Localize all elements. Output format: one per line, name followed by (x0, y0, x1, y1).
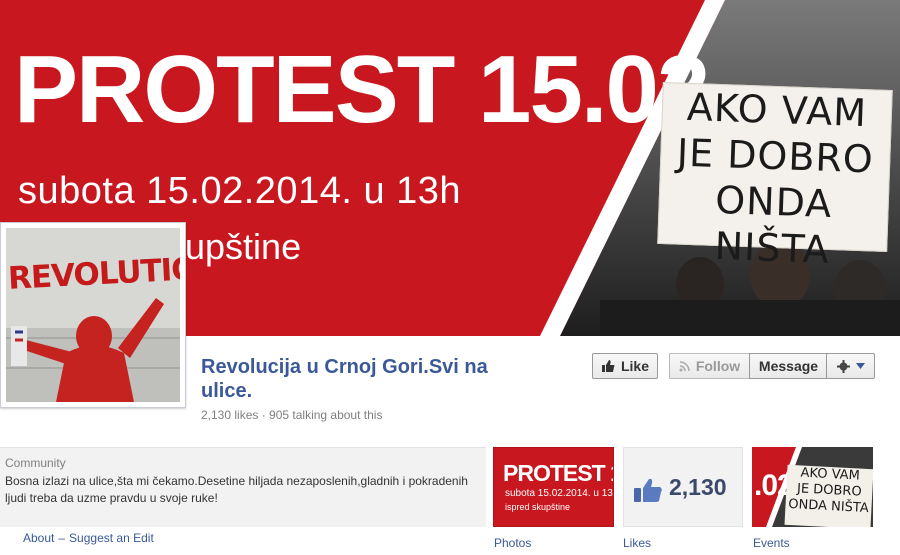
sign-line: JE DOBRO (676, 130, 875, 182)
about-links: About – Suggest an Edit (23, 531, 154, 545)
events-tile[interactable]: .02 AKO VAM JE DOBRO ONDA NIŠTA (752, 447, 873, 527)
events-tile-sign: AKO VAM JE DOBRO ONDA NIŠTA (784, 464, 873, 527)
photos-tab-link[interactable]: Photos (494, 536, 531, 550)
cover-date: subota 15.02.2014. u 13h (18, 170, 462, 212)
sign-line: AKO VAM (686, 84, 868, 136)
photos-tile[interactable]: PROTEST 1 subota 15.02.2014. u 13 ispred… (493, 447, 614, 527)
likes-count: 2,130 (669, 474, 727, 500)
settings-dropdown-button[interactable] (826, 353, 875, 379)
page-title[interactable]: Revolucija u Crnoj Gori.Svi na ulice. (201, 355, 541, 403)
protest-sign: AKO VAM JE DOBRO ONDA NIŠTA (657, 82, 893, 272)
page-category: Community (5, 456, 66, 470)
photos-tile-title: PROTEST 1 (503, 460, 614, 486)
about-link[interactable]: About (23, 531, 54, 545)
likes-tab-link[interactable]: Likes (623, 536, 651, 550)
about-box: Community Bosna izlazi na ulice,šta mi č… (0, 447, 486, 527)
gear-icon (836, 359, 850, 373)
page-description: Bosna izlazi na ulice,šta mi čekamo.Dese… (5, 474, 468, 505)
message-button[interactable]: Message (749, 353, 828, 379)
cover-title: PROTEST 15.02 (14, 36, 710, 143)
suggest-edit-link[interactable]: Suggest an Edit (69, 531, 154, 545)
photos-tile-date: subota 15.02.2014. u 13 (505, 488, 613, 499)
thumbs-up-icon (601, 360, 615, 372)
link-separator: – (58, 531, 66, 545)
profile-image: REVOLUTIO (6, 228, 180, 402)
events-tab-link[interactable]: Events (753, 536, 790, 550)
follow-label: Follow (695, 358, 741, 374)
events-sign-line: ONDA NIŠTA (787, 496, 870, 517)
sign-line: ONDA NIŠTA (713, 177, 833, 272)
photos-tile-place: ispred skupštine (505, 502, 571, 512)
cover-place: upštine (185, 226, 302, 267)
thumbs-up-icon (634, 478, 662, 502)
follow-button[interactable]: Follow (669, 353, 749, 379)
rss-icon (679, 360, 690, 371)
likes-tile[interactable]: 2,130 (623, 447, 743, 527)
message-label: Message (758, 358, 819, 374)
profile-picture[interactable]: REVOLUTIO (0, 222, 186, 408)
like-label: Like (620, 358, 649, 374)
like-button[interactable]: Like (592, 353, 658, 379)
caret-down-icon (855, 363, 865, 369)
page-stats: 2,130 likes · 905 talking about this (201, 408, 383, 422)
